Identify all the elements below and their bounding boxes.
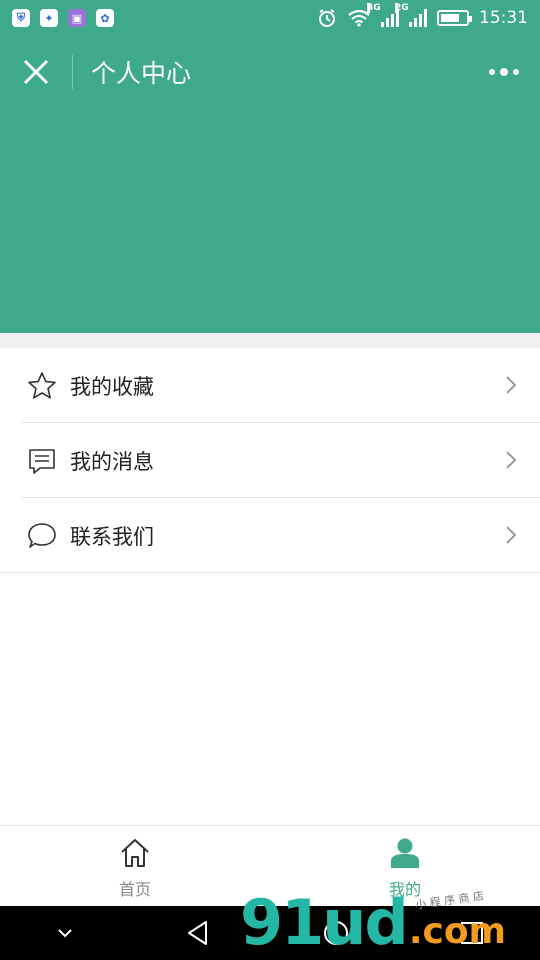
navigation-bar: 个人中心 <box>0 36 540 108</box>
status-bar: ⛨ ✦ ▣ ✿ 4G 2G 15:31 <box>0 0 540 36</box>
menu-item-label: 联系我们 <box>70 524 154 549</box>
clock: 15:31 <box>479 8 528 28</box>
close-icon <box>23 59 49 85</box>
section-gap <box>0 333 540 348</box>
menu-item-favorites[interactable]: 我的收藏 <box>0 348 540 423</box>
user-icon <box>391 838 419 868</box>
chevron-right-icon <box>506 376 517 394</box>
watermark-subtext: 小 程 序 商 店 <box>414 889 485 912</box>
paw-app-icon: ✿ <box>96 9 114 27</box>
star-icon <box>24 368 60 404</box>
more-dot-icon <box>513 69 519 75</box>
menu-item-messages[interactable]: 我的消息 <box>0 423 540 498</box>
menu-item-contact-us[interactable]: 联系我们 <box>0 498 540 573</box>
more-menu-button[interactable] <box>484 56 524 88</box>
back-icon[interactable] <box>184 919 212 947</box>
page-title: 个人中心 <box>91 59 192 88</box>
tab-label: 首页 <box>118 880 151 899</box>
chevron-right-icon <box>506 451 517 469</box>
image-app-icon: ▣ <box>68 9 86 27</box>
battery-icon <box>437 10 472 26</box>
battery-level <box>441 14 459 22</box>
signal-2g-icon: 2G <box>395 3 427 27</box>
message-icon <box>24 443 60 479</box>
chevron-right-icon <box>506 526 517 544</box>
network-type-label: 4G <box>367 3 381 13</box>
alarm-icon <box>319 9 335 27</box>
notification-icons: ⛨ ✦ ▣ ✿ <box>12 9 114 27</box>
bird-app-icon: ✦ <box>40 9 58 27</box>
nav-divider <box>72 55 73 89</box>
system-status: 4G 2G 15:31 <box>317 3 528 28</box>
watermark-logo: 91ud .com 小 程 序 商 店 <box>240 886 507 959</box>
close-button[interactable] <box>0 36 72 108</box>
tab-home[interactable]: 首页 <box>0 826 270 906</box>
watermark-text: 91ud <box>240 886 409 959</box>
profile-header: 个人中心 <box>0 36 540 333</box>
shield-app-icon: ⛨ <box>12 9 30 27</box>
menu-item-label: 我的收藏 <box>70 374 154 399</box>
watermark-suffix: .com <box>408 911 507 952</box>
home-icon <box>121 839 149 867</box>
menu-list: 我的收藏 我的消息 联系我们 <box>0 348 540 573</box>
menu-item-label: 我的消息 <box>70 449 154 474</box>
chat-bubble-icon <box>24 518 60 554</box>
more-dot-icon <box>489 69 495 75</box>
more-dot-icon <box>500 68 508 76</box>
network-type-label: 2G <box>395 3 409 13</box>
chevron-down-icon[interactable] <box>55 926 75 940</box>
